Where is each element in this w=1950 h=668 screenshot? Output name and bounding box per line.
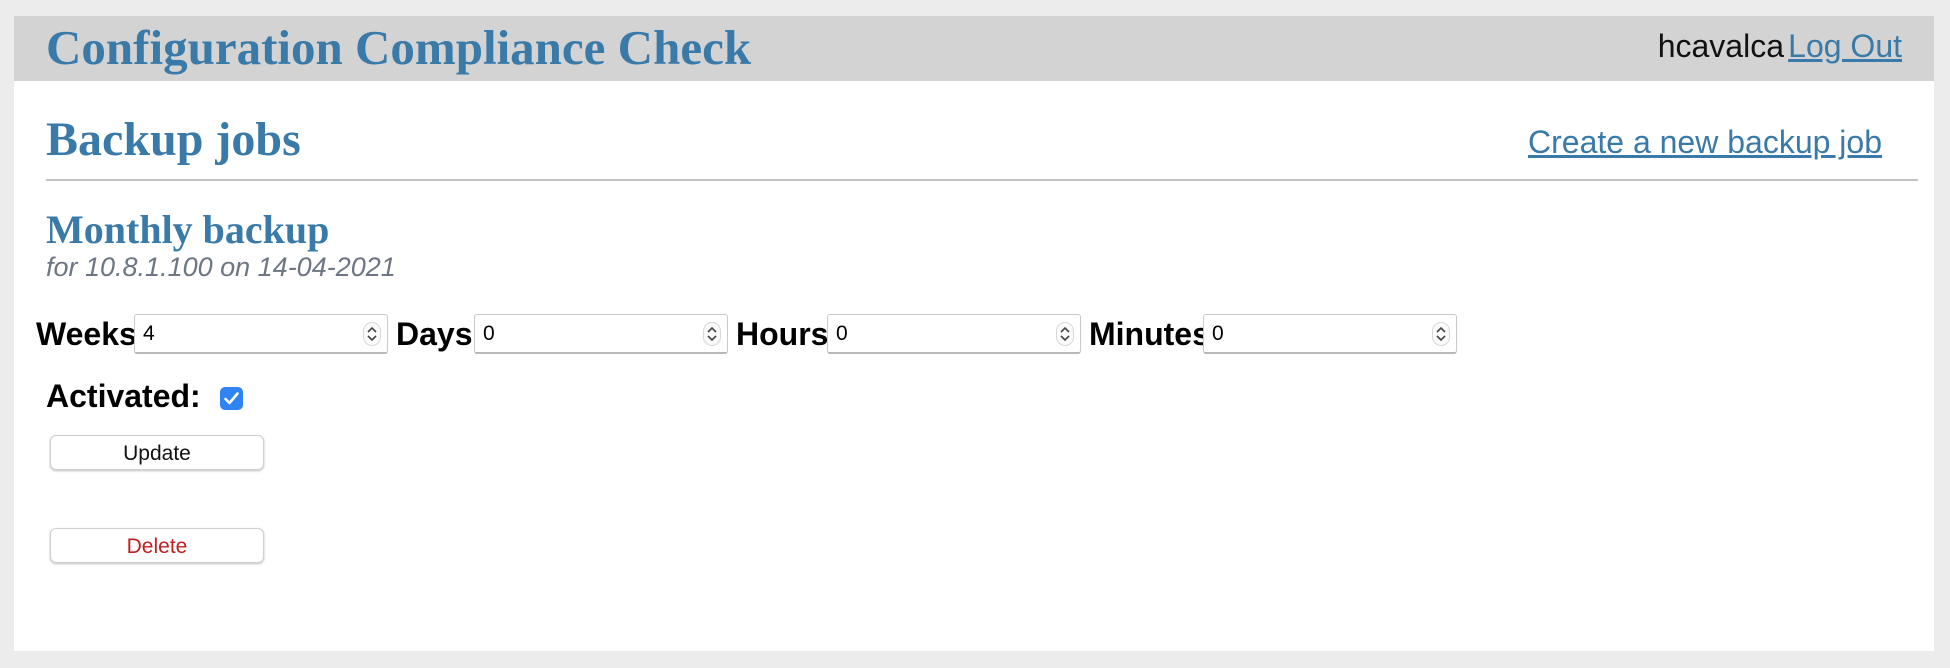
checkmark-icon bbox=[224, 392, 239, 405]
hours-value: 0 bbox=[836, 322, 848, 345]
minutes-value: 0 bbox=[1212, 322, 1224, 345]
create-backup-job-link[interactable]: Create a new backup job bbox=[1528, 122, 1882, 162]
page-frame: Configuration Compliance Check hcavalca … bbox=[14, 16, 1934, 651]
delete-button[interactable]: Delete bbox=[50, 528, 264, 563]
hours-input[interactable]: 0 bbox=[827, 314, 1081, 354]
update-button[interactable]: Update bbox=[50, 435, 264, 470]
weeks-input[interactable]: 4 bbox=[134, 314, 388, 354]
job-subtitle: for 10.8.1.100 on 14-04-2021 bbox=[46, 252, 396, 282]
stepper-arrows-icon bbox=[1436, 326, 1446, 342]
activated-label: Activated: bbox=[46, 378, 201, 414]
logout-link[interactable]: Log Out bbox=[1788, 26, 1902, 66]
days-input[interactable]: 0 bbox=[474, 314, 728, 354]
minutes-stepper[interactable] bbox=[1432, 322, 1450, 346]
stepper-arrows-icon bbox=[1060, 326, 1070, 342]
hours-stepper[interactable] bbox=[1056, 322, 1074, 346]
app-title: Configuration Compliance Check bbox=[46, 20, 752, 75]
stepper-arrows-icon bbox=[367, 326, 377, 342]
page-title: Backup jobs bbox=[46, 113, 301, 166]
job-title: Monthly backup bbox=[46, 207, 330, 252]
username: hcavalca bbox=[1657, 28, 1784, 64]
divider bbox=[46, 179, 1918, 181]
stepper-arrows-icon bbox=[707, 326, 717, 342]
hours-label: Hours: bbox=[736, 316, 840, 352]
activated-checkbox[interactable] bbox=[220, 387, 243, 410]
top-bar: Configuration Compliance Check hcavalca … bbox=[14, 16, 1934, 81]
minutes-input[interactable]: 0 bbox=[1203, 314, 1457, 354]
days-label: Days: bbox=[396, 316, 484, 352]
days-value: 0 bbox=[483, 322, 495, 345]
days-stepper[interactable] bbox=[703, 322, 721, 346]
minutes-label: Minutes: bbox=[1089, 316, 1221, 352]
weeks-value: 4 bbox=[143, 322, 155, 345]
weeks-label: Weeks: bbox=[36, 316, 148, 352]
weeks-stepper[interactable] bbox=[363, 322, 381, 346]
